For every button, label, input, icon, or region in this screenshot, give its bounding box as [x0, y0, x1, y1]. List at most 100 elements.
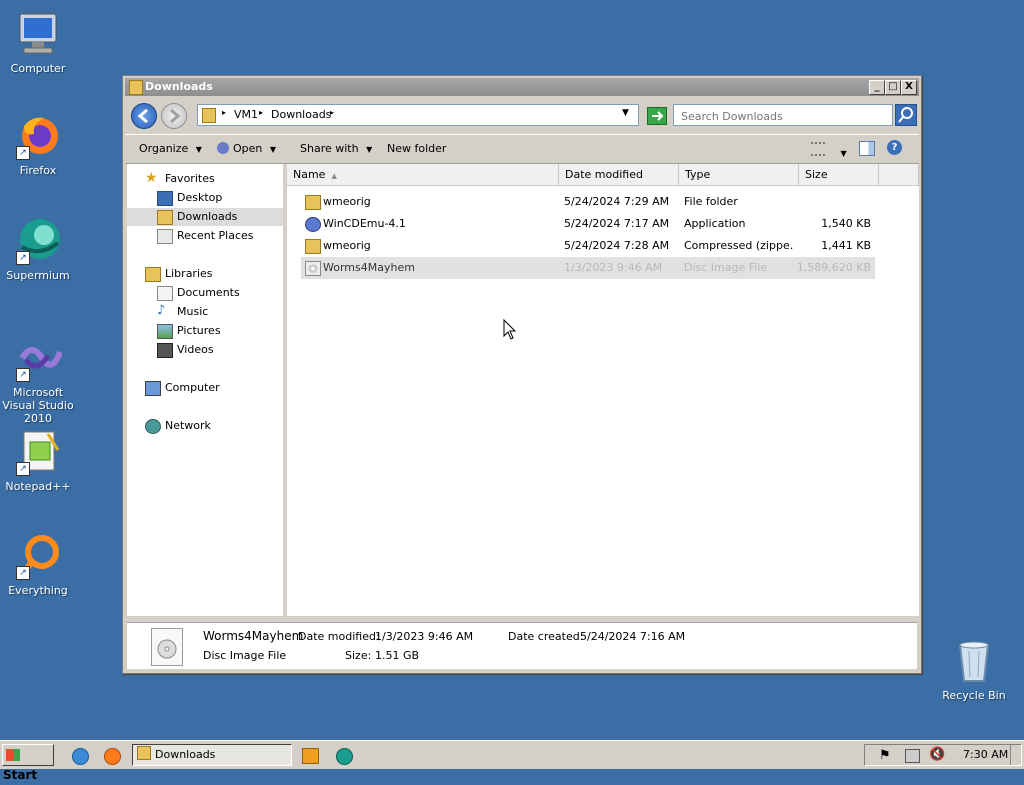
desktop-icon-label: Everything: [8, 584, 68, 597]
breadcrumb-downloads[interactable]: Downloads: [271, 108, 331, 121]
network-tray-icon[interactable]: [905, 749, 920, 763]
table-row[interactable]: WinCDEmu-4.1 5/24/2024 7:17 AM Applicati…: [301, 213, 875, 235]
volume-muted-icon[interactable]: 🔇: [929, 747, 945, 762]
quicklaunch-ie-icon[interactable]: [72, 748, 89, 765]
back-button[interactable]: [131, 103, 157, 129]
file-date: 5/24/2024 7:29 AM: [564, 195, 670, 208]
details-pane: Worms4Mayhem Disc Image File Date modifi…: [127, 622, 917, 669]
details-size-label: Size:: [345, 649, 372, 662]
desktop-icon-notepadpp[interactable]: ↗ Notepad++: [0, 428, 76, 493]
nav-label: Libraries: [165, 267, 213, 280]
view-options-button[interactable]: ▼: [811, 142, 847, 159]
taskbar-item-label: Downloads: [155, 748, 216, 761]
organize-button[interactable]: Organize ▼: [139, 142, 202, 155]
file-name: WinCDEmu-4.1: [323, 217, 406, 230]
desktop-icon-everything[interactable]: ↗ Everything: [0, 532, 76, 597]
libraries-icon: [145, 267, 161, 282]
file-name: Worms4Mayhem: [323, 261, 415, 274]
desktop-icon-visual-studio[interactable]: ↗ Microsoft Visual Studio 2010: [0, 334, 76, 425]
table-row[interactable]: wmeorig 5/24/2024 7:29 AM File folder: [301, 191, 875, 213]
open-with-icon: [217, 142, 229, 154]
action-center-flag-icon[interactable]: ⚑: [879, 748, 891, 763]
quicklaunch-firefox-icon[interactable]: [104, 748, 121, 765]
quicklaunch-supermium-icon[interactable]: [336, 748, 353, 765]
organize-label: Organize: [139, 142, 189, 155]
disc-image-large-icon: [151, 628, 183, 666]
windows-logo-icon: [6, 749, 20, 761]
chevron-down-icon: ▼: [195, 145, 202, 154]
network-icon: [145, 419, 161, 434]
desktop-icon-supermium[interactable]: ↗ Supermium: [0, 217, 76, 282]
new-folder-button[interactable]: New folder: [387, 142, 446, 155]
file-type: Application: [684, 217, 746, 230]
nav-label: Computer: [165, 381, 220, 394]
chevron-down-icon[interactable]: ▼: [622, 108, 629, 118]
search-button[interactable]: [895, 104, 917, 126]
open-label: Open: [233, 142, 263, 155]
file-list[interactable]: Name ▲ Date modified Type Size wmeorig 5/…: [287, 164, 919, 616]
clock[interactable]: 7:30 AM: [963, 748, 1008, 761]
search-icon: [898, 107, 913, 123]
title-bar[interactable]: Downloads _ □ X: [125, 78, 919, 96]
music-note-icon: ♪: [157, 303, 166, 318]
supermium-icon: ↗: [14, 217, 62, 265]
column-header-type[interactable]: Type: [679, 164, 799, 186]
application-icon: [305, 217, 321, 232]
table-row[interactable]: wmeorig 5/24/2024 7:28 AM Compressed (zi…: [301, 235, 875, 257]
start-label: Start: [3, 768, 38, 782]
firefox-icon: ↗: [14, 112, 62, 160]
desktop-icon-label: Computer: [10, 62, 66, 75]
desktop-icon-label: Notepad++: [5, 480, 71, 493]
nav-label: Desktop: [177, 191, 223, 204]
chevron-down-icon: ▼: [366, 145, 373, 154]
computer-icon: [14, 10, 62, 58]
nav-label: Pictures: [177, 324, 221, 337]
desktop-icon-recycle-bin[interactable]: Recycle Bin: [936, 637, 1012, 702]
file-size: 1,540 KB: [821, 217, 871, 230]
table-row[interactable]: Worms4Mayhem 1/3/2023 9:46 AM Disc Image…: [301, 257, 875, 279]
address-box[interactable]: ▸ VM1 ▸ Downloads ▸ ▼: [197, 104, 639, 126]
chevron-right-icon[interactable]: ▸: [259, 108, 263, 117]
chevron-right-icon[interactable]: ▸: [330, 108, 334, 117]
folder-icon: [137, 746, 151, 760]
maximize-button[interactable]: □: [885, 80, 901, 95]
everything-search-icon: ↗: [14, 532, 62, 580]
share-with-button[interactable]: Share with ▼: [300, 142, 372, 155]
refresh-button[interactable]: [647, 107, 667, 125]
forward-button[interactable]: [161, 103, 187, 129]
details-date-created: 5/24/2024 7:16 AM: [580, 630, 686, 643]
close-button[interactable]: X: [901, 80, 917, 95]
preview-pane-button[interactable]: [859, 141, 875, 156]
show-desktop-button[interactable]: [1010, 745, 1021, 765]
chevron-right-icon[interactable]: ▸: [222, 108, 226, 117]
column-header-date-modified[interactable]: Date modified: [559, 164, 679, 186]
recycle-bin-icon: [950, 637, 998, 685]
mouse-cursor-icon: [503, 319, 517, 340]
file-date: 5/24/2024 7:28 AM: [564, 239, 670, 252]
desktop-icon-label: Microsoft Visual Studio 2010: [2, 386, 74, 425]
search-box[interactable]: [673, 104, 893, 126]
shortcut-arrow-icon: ↗: [16, 368, 30, 382]
file-type: Compressed (zippe…: [684, 239, 794, 252]
start-button[interactable]: Start: [2, 744, 54, 782]
folder-icon: [305, 195, 321, 210]
star-icon: ★: [145, 170, 158, 186]
shortcut-arrow-icon: ↗: [16, 462, 30, 476]
explorer-window[interactable]: Downloads _ □ X ▸ VM1 ▸ Downloads ▸ ▼ Se…: [122, 75, 922, 674]
minimize-button[interactable]: _: [869, 80, 885, 95]
desktop-icon-firefox[interactable]: ↗ Firefox: [0, 112, 76, 177]
column-header-name[interactable]: Name ▲: [287, 164, 559, 186]
folder-icon: [202, 108, 216, 123]
desktop-icon-computer[interactable]: Computer: [0, 10, 76, 75]
taskbar-item-downloads[interactable]: Downloads: [132, 744, 292, 766]
help-button[interactable]: ?: [887, 140, 902, 155]
view-list-icon: [811, 142, 825, 156]
search-input[interactable]: [679, 107, 883, 125]
open-button[interactable]: Open ▼: [217, 142, 276, 155]
breadcrumb-vm1[interactable]: VM1: [234, 108, 258, 121]
column-label: Name: [293, 168, 326, 181]
zip-folder-icon: [305, 239, 321, 254]
column-header-size[interactable]: Size: [799, 164, 879, 186]
nav-label: Favorites: [165, 172, 215, 185]
quicklaunch-media-player-icon[interactable]: [302, 748, 319, 764]
